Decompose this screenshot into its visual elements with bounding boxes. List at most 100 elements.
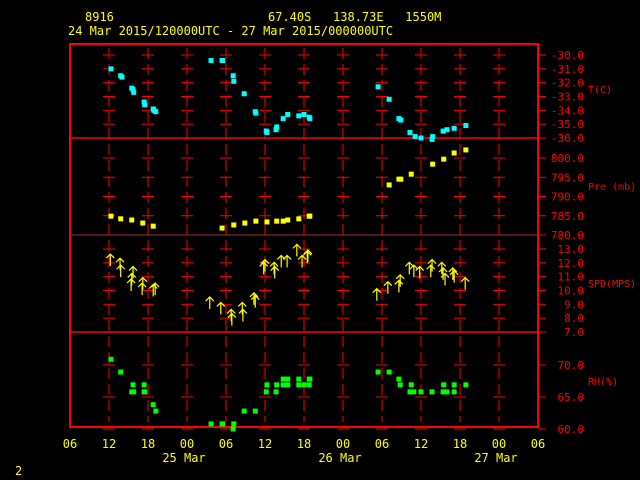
wind-arrow [426, 264, 436, 278]
pressure-point [150, 223, 156, 229]
x-tick-label: 18 [141, 437, 155, 451]
y-tick-label: -31.0 [551, 63, 584, 76]
temperature-point [375, 84, 381, 90]
temperature-point [264, 129, 270, 135]
x-tick-label: 00 [492, 437, 506, 451]
relative_humidity-point [141, 382, 147, 388]
temperature-point [307, 116, 313, 122]
wind-arrow [260, 258, 270, 272]
relative_humidity-point [220, 421, 226, 427]
pressure-point [129, 217, 135, 223]
x-tick-label: 06 [531, 437, 545, 451]
relative_humidity-point [274, 382, 280, 388]
relative_humidity-point [264, 382, 270, 388]
temperature-point [407, 129, 413, 135]
temperature-point [463, 123, 469, 129]
relative_humidity-point [230, 426, 236, 432]
axes: -30.0-31.0-32.0-33.0-34.0-35.0-36.0 T(C) 8… [63, 43, 636, 465]
temperature-point [119, 74, 125, 80]
y-tick-label: -32.0 [551, 77, 584, 90]
relative_humidity-point [285, 382, 291, 388]
y-tick-label: 7.0 [564, 326, 584, 339]
axis-label-wind_speed: SPD(MPS) [588, 279, 636, 290]
relative_humidity-point [252, 408, 258, 414]
temperature-point [253, 110, 259, 116]
y-tick-label: -36.0 [551, 132, 584, 145]
axis-label-relative_humidity: RH(%) [588, 377, 618, 388]
temperature-point [241, 91, 247, 97]
relative_humidity-point [375, 369, 381, 375]
pressure-point [441, 156, 447, 162]
x-tick-label: 00 [180, 437, 194, 451]
relative_humidity-point [301, 382, 307, 388]
y-tick-label: 785.0 [551, 210, 584, 223]
relative_humidity-point [396, 376, 402, 382]
relative_humidity-point [231, 421, 237, 427]
temperature-point [142, 102, 148, 108]
pressure-point [108, 213, 114, 219]
relative_humidity-point [130, 382, 136, 388]
temperature-point [108, 66, 114, 72]
wind-arrow [105, 253, 115, 267]
x-tick-label: 18 [297, 437, 311, 451]
temperature-point [280, 116, 286, 122]
wind-arrow [448, 267, 458, 280]
pressure-point [408, 171, 414, 177]
y-tick-label: 13.0 [558, 243, 585, 256]
pressure-point [307, 213, 313, 219]
relative_humidity-point [296, 382, 302, 388]
relative_humidity-point [408, 382, 414, 388]
temperature-point [418, 135, 424, 141]
x-tick-label: 06 [63, 437, 77, 451]
wind-arrow [440, 272, 450, 286]
pressure-point [118, 216, 124, 222]
y-tick-label: -34.0 [551, 104, 584, 117]
relative_humidity-point [306, 382, 312, 388]
pressure-point [285, 217, 291, 223]
relative_humidity-point [429, 389, 435, 395]
wind-arrow [394, 279, 404, 293]
temperature-point [386, 96, 392, 102]
pressure-point [264, 219, 270, 225]
wind-arrow [116, 264, 126, 278]
temperature-point [412, 134, 418, 140]
temperature-point [285, 111, 291, 117]
relative_humidity-point [296, 376, 302, 382]
x-tick-label: 18 [453, 437, 467, 451]
temperature-point [296, 113, 302, 119]
wind-arrow [126, 278, 136, 291]
wind-arrow [250, 294, 260, 308]
x-tick-label: 12 [414, 437, 428, 451]
wind-arrow [303, 249, 313, 262]
time-period: 24 Mar 2015/120000UTC - 27 Mar 2015/0000… [68, 24, 393, 38]
temperature-point [398, 117, 404, 123]
temperature-point [301, 111, 307, 117]
x-tick-label: 06 [219, 437, 233, 451]
temperature-point [430, 134, 436, 140]
pressure-point [430, 161, 436, 167]
pressure-point [398, 176, 404, 182]
pressure-point [242, 220, 248, 226]
pressure-point [451, 150, 457, 156]
wind-arrow [227, 312, 237, 326]
y-tick-label: -33.0 [551, 91, 584, 104]
wind-arrow [259, 261, 269, 275]
pressure-point [140, 220, 146, 226]
relative_humidity-point [131, 389, 137, 395]
pressure-point [280, 218, 286, 224]
wind-arrow [238, 308, 248, 322]
wind-arrow [282, 254, 292, 268]
y-tick-label: 795.0 [551, 171, 584, 184]
y-tick-label: 800.0 [551, 152, 584, 165]
pressure-point [296, 216, 302, 222]
temperature-point [220, 58, 226, 64]
relative_humidity-point [444, 389, 450, 395]
y-tick-label: 60.0 [558, 423, 585, 436]
relative_humidity-point [441, 382, 447, 388]
temperature-point [131, 89, 137, 95]
y-tick-label: 8.0 [564, 312, 584, 325]
temperature-point [451, 125, 457, 131]
relative_humidity-point [142, 389, 148, 395]
pressure-point [253, 218, 259, 224]
relative_humidity-point [451, 382, 457, 388]
